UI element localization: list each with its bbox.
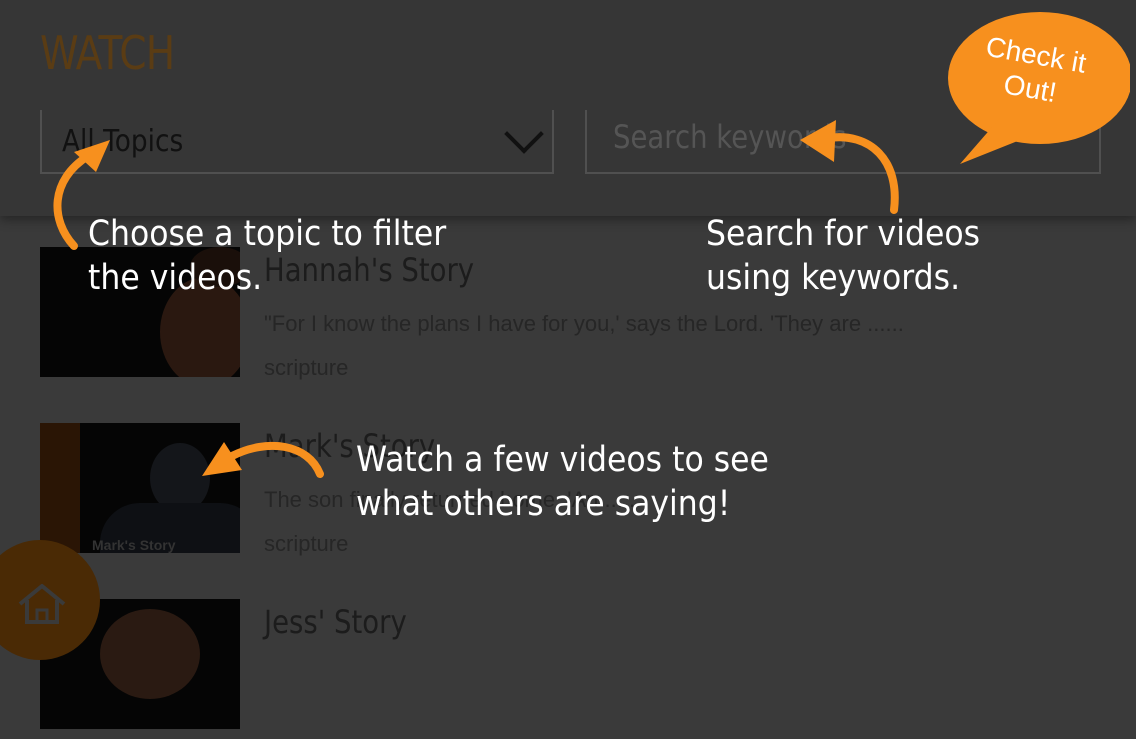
watch-tip: Watch a few videos to see what others ar… [356,440,769,524]
home-icon[interactable] [16,582,68,626]
search-tip: Search for videos using keywords. [706,214,981,298]
list-item[interactable]: Jess' Story [40,599,1100,739]
page-title: WATCH [40,26,175,80]
topic-arrow-icon [53,140,110,250]
thumbnail-caption: Mark's Story [92,537,176,553]
video-title[interactable]: Jess' Story [264,603,407,641]
search-arrow-icon [800,120,899,214]
chevron-down-icon [504,114,544,154]
video-tag: scripture [264,355,349,380]
topic-tip: Choose a topic to filter the videos. [88,214,447,298]
watch-arrow-icon [202,441,324,478]
video-description: "For I know the plans I have for you,' s… [264,311,904,336]
video-tag: scripture [264,531,349,556]
